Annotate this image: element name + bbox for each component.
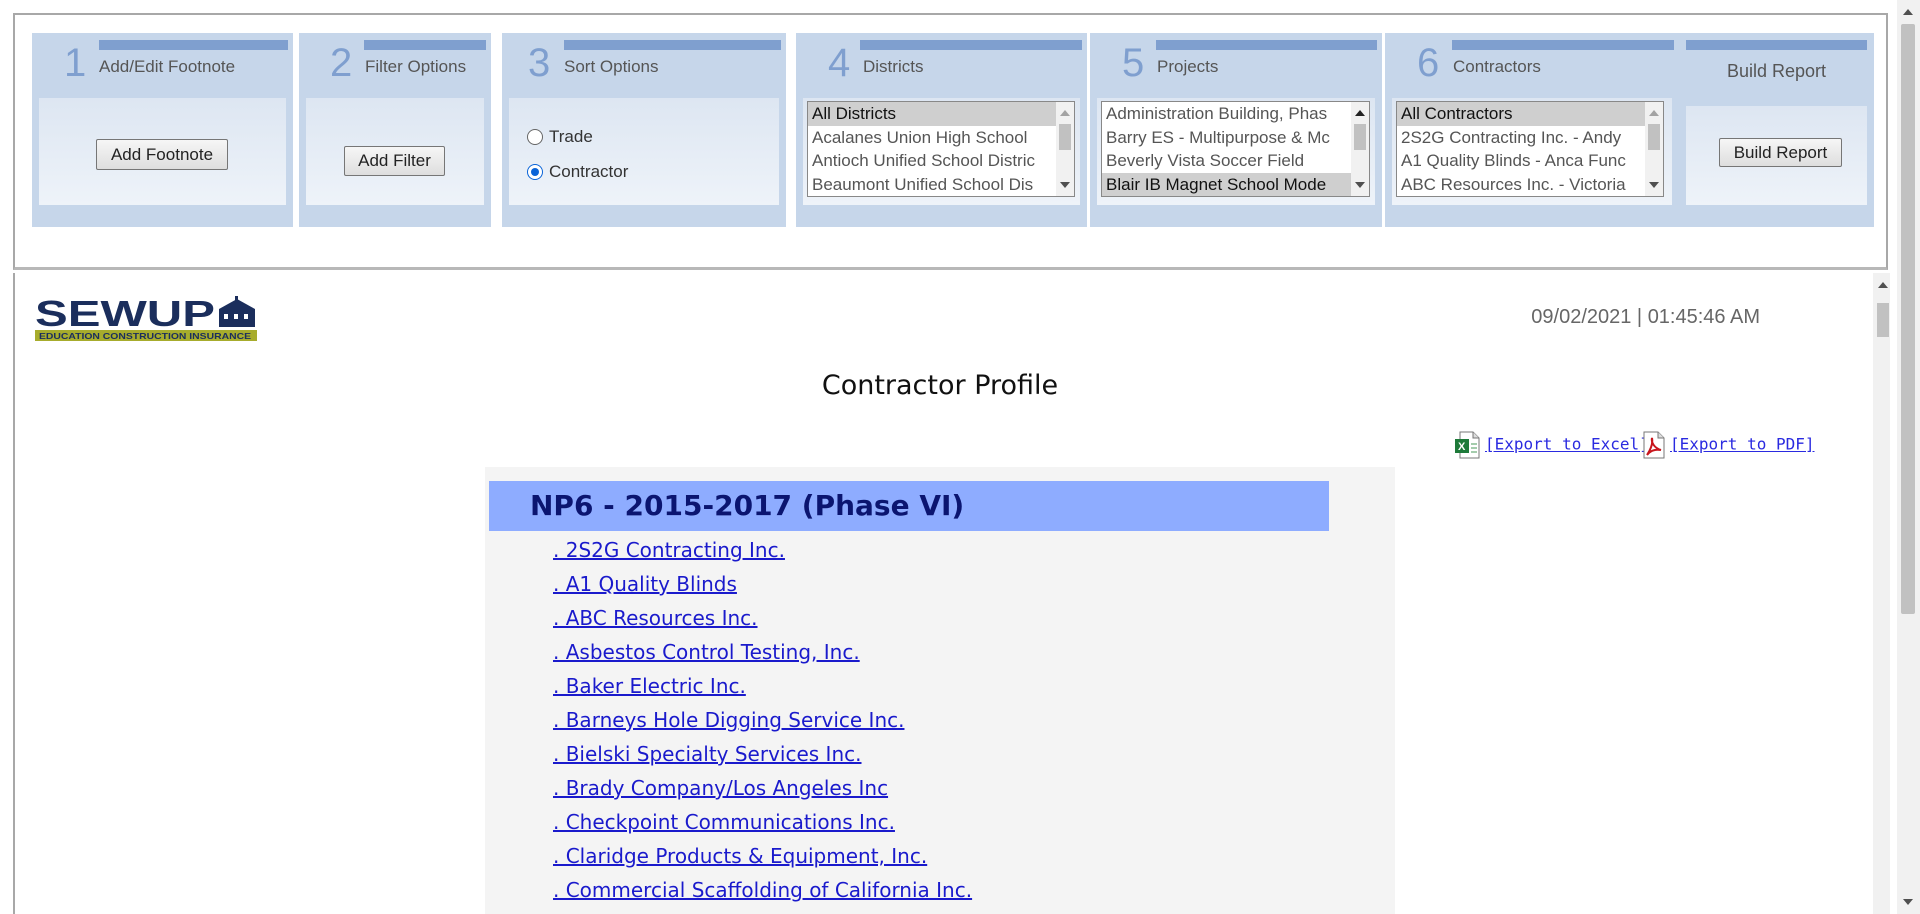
district-option[interactable]: Acalanes Union High School	[808, 126, 1060, 150]
panel-title-districts: Districts	[863, 57, 924, 76]
districts-scrollbar[interactable]	[1056, 102, 1074, 196]
export-excel-label[interactable]: [Export to Excel]	[1485, 435, 1649, 454]
panel-contractors: 6 Contractors All Contractors 2S2G Contr…	[1385, 33, 1679, 227]
contractor-link[interactable]: . 2S2G Contracting Inc.	[553, 538, 785, 562]
svg-text:SEWUP: SEWUP	[35, 295, 215, 334]
contractors-listbox[interactable]: All Contractors 2S2G Contracting Inc. - …	[1396, 101, 1664, 197]
contractor-list-item: . ABC Resources Inc.	[553, 601, 972, 635]
project-option[interactable]: Beverly Vista Soccer Field	[1102, 149, 1355, 173]
report-scroll-thumb[interactable]	[1877, 303, 1889, 337]
districts-listbox[interactable]: All Districts Acalanes Union High School…	[807, 101, 1075, 197]
step-number-3: 3	[528, 41, 551, 85]
add-footnote-button[interactable]: Add Footnote	[96, 139, 228, 170]
contractor-list-item: . 2S2G Contracting Inc.	[553, 533, 972, 567]
project-option[interactable]: Barry ES - Multipurpose & Mc	[1102, 126, 1355, 150]
district-option[interactable]: All Districts	[808, 102, 1060, 126]
add-filter-button[interactable]: Add Filter	[344, 146, 445, 176]
contractor-link[interactable]: . Checkpoint Communications Inc.	[553, 810, 895, 834]
report-view: SEWUP EDUCATION CONSTRUCTION INSURANCE 0…	[13, 273, 1890, 914]
contractor-list-item: . Checkpoint Communications Inc.	[553, 805, 972, 839]
step-number-6: 6	[1417, 41, 1440, 85]
step-number-1: 1	[64, 41, 87, 85]
results-panel: NP6 - 2015-2017 (Phase VI) . 2S2G Contra…	[485, 467, 1395, 914]
step-number-2: 2	[330, 41, 353, 85]
contractor-option[interactable]: All Contractors	[1397, 102, 1649, 126]
contractor-list-item: . Asbestos Control Testing, Inc.	[553, 635, 972, 669]
sewup-logo: SEWUP EDUCATION CONSTRUCTION INSURANCE	[35, 295, 257, 341]
svg-text:X: X	[1458, 441, 1466, 453]
page-scroll-up-arrow[interactable]	[1903, 9, 1913, 15]
panel-build-report: Build Report Build Report	[1679, 33, 1874, 227]
project-option[interactable]: Blair IB Magnet School Mode	[1102, 172, 1355, 196]
contractor-list-item: . A1 Quality Blinds	[553, 567, 972, 601]
contractor-link[interactable]: . Claridge Products & Equipment, Inc.	[553, 844, 927, 868]
contractor-radio[interactable]	[527, 164, 543, 180]
step-number-4: 4	[828, 41, 851, 85]
contractor-list: . 2S2G Contracting Inc. . A1 Quality Bli…	[553, 533, 972, 907]
contractor-list-item: . Baker Electric Inc.	[553, 669, 972, 703]
contractor-radio-label: Contractor	[549, 162, 629, 181]
contractor-list-item: . Commercial Scaffolding of California I…	[553, 873, 972, 907]
phase-header: NP6 - 2015-2017 (Phase VI)	[489, 481, 1329, 531]
report-scrollbar[interactable]	[1873, 273, 1890, 914]
export-excel-link[interactable]: X [Export to Excel]	[1453, 430, 1649, 460]
district-option[interactable]: Beaumont Unified School Dis	[808, 173, 1060, 197]
projects-listbox[interactable]: Administration Building, Phas Barry ES -…	[1101, 101, 1370, 197]
contractor-list-item: . Claridge Products & Equipment, Inc.	[553, 839, 972, 873]
panel-projects: 5 Projects Administration Building, Phas…	[1090, 33, 1382, 227]
contractor-link[interactable]: . Barneys Hole Digging Service Inc.	[553, 708, 904, 732]
panel-title-projects: Projects	[1157, 57, 1219, 76]
sort-option-trade[interactable]: Trade	[527, 127, 593, 147]
build-report-button[interactable]: Build Report	[1719, 138, 1842, 167]
projects-scrollbar[interactable]	[1351, 102, 1369, 196]
report-builder-toolbar: 1 Add/Edit Footnote Add Footnote 2 Filte…	[13, 13, 1888, 270]
contractor-link[interactable]: . Brady Company/Los Angeles Inc	[553, 776, 888, 800]
panel-districts: 4 Districts All Districts Acalanes Union…	[796, 33, 1087, 227]
contractor-list-item: . Barneys Hole Digging Service Inc.	[553, 703, 972, 737]
sort-option-contractor[interactable]: Contractor	[527, 162, 628, 182]
contractor-link[interactable]: . Commercial Scaffolding of California I…	[553, 878, 972, 902]
panel-title-filter: Filter Options	[365, 57, 467, 76]
report-timestamp: 09/02/2021 | 01:45:46 AM	[1531, 306, 1760, 328]
panel-title-sort: Sort Options	[564, 57, 659, 76]
contractor-option[interactable]: 2S2G Contracting Inc. - Andy	[1397, 126, 1649, 150]
contractor-list-item: . Bielski Specialty Services Inc.	[553, 737, 972, 771]
panel-title-footnote: Add/Edit Footnote	[99, 57, 236, 76]
pdf-icon	[1643, 431, 1665, 459]
report-title: Contractor Profile	[821, 370, 1059, 401]
panel-filter: 2 Filter Options Add Filter	[299, 33, 491, 227]
project-option[interactable]: Administration Building, Phas	[1102, 102, 1355, 126]
contractors-scrollbar[interactable]	[1645, 102, 1663, 196]
contractor-link[interactable]: . Bielski Specialty Services Inc.	[553, 742, 862, 766]
trade-radio-label: Trade	[549, 127, 593, 146]
contractor-link[interactable]: . Asbestos Control Testing, Inc.	[553, 640, 860, 664]
page-scrollbar[interactable]	[1897, 0, 1920, 914]
excel-icon: X	[1455, 431, 1480, 459]
contractor-list-item: . Brady Company/Los Angeles Inc	[553, 771, 972, 805]
contractor-link[interactable]: . ABC Resources Inc.	[553, 606, 758, 630]
export-pdf-link[interactable]: [Export to PDF]	[1638, 430, 1815, 460]
panel-sort: 3 Sort Options Trade Contractor	[502, 33, 786, 227]
contractor-option[interactable]: ABC Resources Inc. - Victoria	[1397, 173, 1649, 197]
panel-title-contractors: Contractors	[1453, 57, 1541, 76]
page-scroll-thumb[interactable]	[1901, 24, 1915, 614]
page-scroll-down-arrow[interactable]	[1903, 899, 1913, 905]
contractor-link[interactable]: . A1 Quality Blinds	[553, 572, 737, 596]
svg-text:EDUCATION CONSTRUCTION INSURAN: EDUCATION CONSTRUCTION INSURANCE	[39, 331, 251, 341]
step-number-5: 5	[1122, 41, 1145, 85]
contractor-option[interactable]: A1 Quality Blinds - Anca Func	[1397, 149, 1649, 173]
contractor-link[interactable]: . Baker Electric Inc.	[553, 674, 746, 698]
trade-radio[interactable]	[527, 129, 543, 145]
panel-footnote: 1 Add/Edit Footnote Add Footnote	[32, 33, 293, 227]
panel-title-build-report: Build Report	[1726, 61, 1827, 81]
report-scroll-up-arrow[interactable]	[1878, 282, 1888, 288]
district-option[interactable]: Antioch Unified School Distric	[808, 149, 1060, 173]
export-pdf-label[interactable]: [Export to PDF]	[1670, 435, 1815, 454]
